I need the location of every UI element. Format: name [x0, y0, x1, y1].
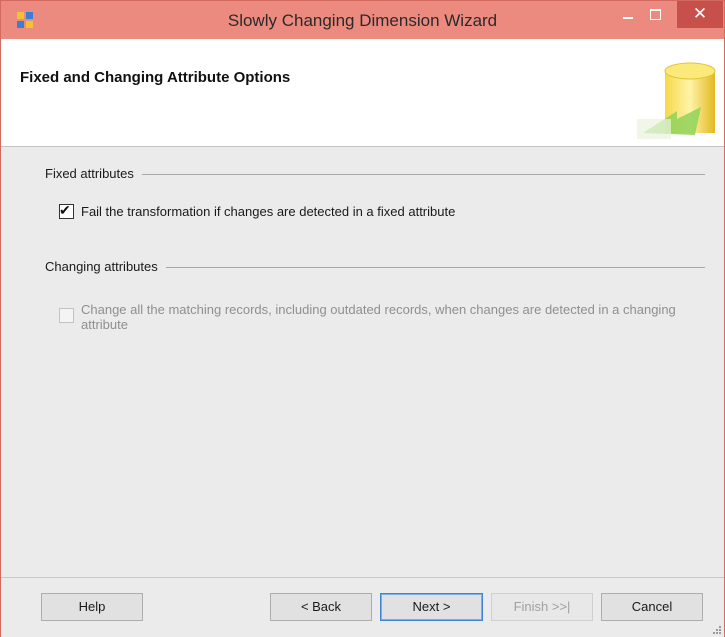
change-all-records-checkbox[interactable]	[59, 308, 74, 323]
cancel-button[interactable]: Cancel	[601, 593, 703, 621]
page-title: Fixed and Changing Attribute Options	[20, 69, 291, 86]
wizard-footer: Help < Back Next > Finish >>| Cancel	[1, 577, 724, 637]
change-all-records-label[interactable]: Change all the matching records, includi…	[81, 302, 711, 332]
finish-button[interactable]: Finish >>|	[491, 593, 593, 621]
next-button[interactable]: Next >	[380, 593, 483, 621]
back-button[interactable]: < Back	[270, 593, 372, 621]
resize-grip-icon[interactable]	[711, 624, 721, 634]
changing-attributes-group-label: Changing attributes	[45, 259, 166, 274]
title-bar[interactable]: Slowly Changing Dimension Wizard ✕	[1, 1, 724, 39]
checkmark-icon: ✔	[59, 202, 71, 218]
wizard-header: Fixed and Changing Attribute Options	[1, 39, 724, 147]
minimize-button[interactable]	[614, 1, 642, 28]
fail-transformation-checkbox[interactable]: ✔	[59, 202, 74, 219]
help-button[interactable]: Help	[41, 593, 143, 621]
fixed-group-divider	[45, 174, 705, 175]
wizard-window: Slowly Changing Dimension Wizard ✕ Fixed…	[0, 0, 725, 637]
close-button[interactable]: ✕	[677, 1, 723, 28]
close-icon: ✕	[692, 4, 708, 23]
fail-transformation-label[interactable]: Fail the transformation if changes are d…	[81, 204, 455, 219]
database-wizard-graphic	[637, 62, 716, 139]
maximize-button[interactable]	[642, 1, 670, 28]
fixed-attributes-group-label: Fixed attributes	[45, 166, 142, 181]
